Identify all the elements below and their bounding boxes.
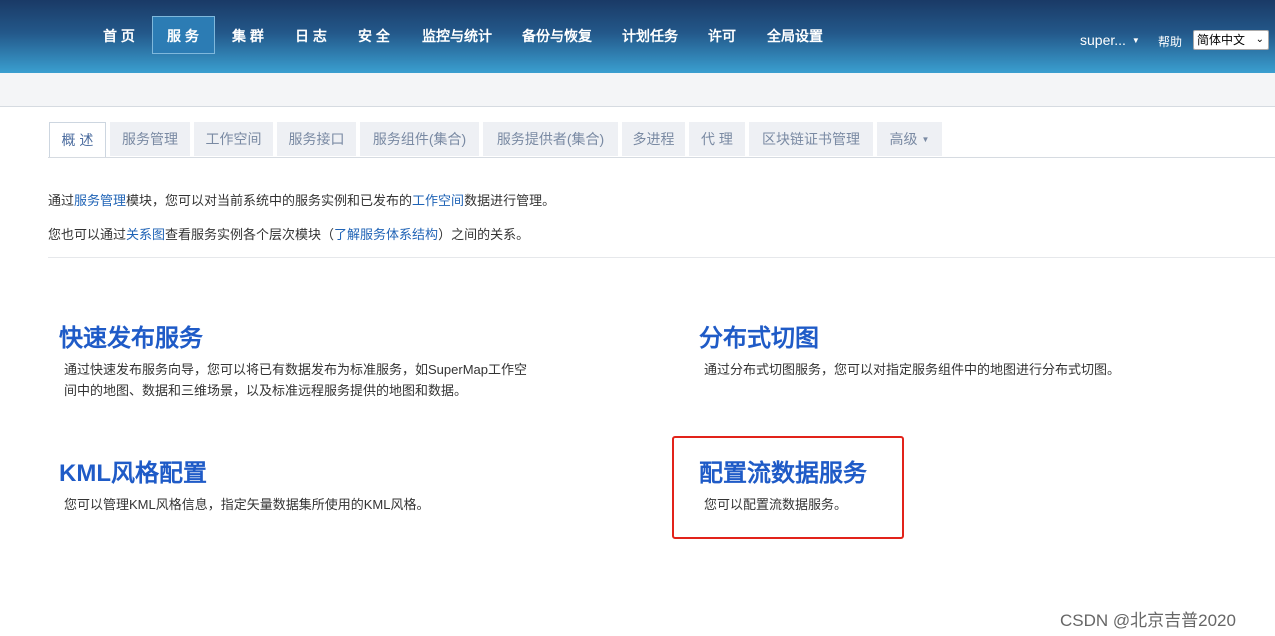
highlight-box: [672, 436, 904, 539]
nav-security[interactable]: 安 全: [358, 0, 390, 73]
tab-proxy[interactable]: 代 理: [689, 122, 745, 156]
tab-advanced[interactable]: 高级 ▼: [877, 122, 942, 156]
nav-cluster[interactable]: 集 群: [232, 0, 264, 73]
tab-blockchain-cert[interactable]: 区块链证书管理: [749, 122, 873, 156]
tab-workspace[interactable]: 工作空间: [194, 122, 273, 156]
tab-advanced-label: 高级: [889, 131, 918, 147]
kml-style-title[interactable]: KML风格配置: [59, 453, 207, 488]
tab-service-interface[interactable]: 服务接口: [277, 122, 356, 156]
service-management-link[interactable]: 服务管理: [74, 193, 126, 208]
quick-publish-title[interactable]: 快速发布服务: [59, 318, 203, 353]
nav-home[interactable]: 首 页: [103, 0, 135, 73]
distributed-tiling-title[interactable]: 分布式切图: [699, 318, 819, 353]
tab-multiprocess[interactable]: 多进程: [622, 122, 685, 156]
tab-service-providers[interactable]: 服务提供者(集合): [483, 122, 618, 156]
quick-publish-desc: 通过快速发布服务向导，您可以将已有数据发布为标准服务，如SuperMap工作空 …: [64, 359, 527, 401]
card-desc-line: 间中的地图、数据和三维场景，以及标准远程服务提供的地图和数据。: [64, 383, 468, 398]
workspace-link[interactable]: 工作空间: [412, 193, 464, 208]
nav-monitoring[interactable]: 监控与统计: [422, 0, 492, 73]
language-value: 简体中文: [1197, 33, 1246, 47]
help-link[interactable]: 帮助: [1158, 33, 1182, 50]
caret-down-icon: ▼: [921, 135, 930, 144]
tab-service-management[interactable]: 服务管理: [110, 122, 190, 156]
caret-down-icon: ▼: [1131, 36, 1140, 45]
sub-header-band: [0, 73, 1275, 107]
tab-service-components[interactable]: 服务组件(集合): [360, 122, 479, 156]
tabs-underline: [48, 157, 1275, 158]
service-architecture-link[interactable]: 了解服务体系结构: [334, 227, 438, 242]
watermark: CSDN @北京吉普2020: [1060, 611, 1236, 630]
user-menu[interactable]: super... ▼: [1080, 32, 1140, 48]
intro-text: 数据进行管理。: [464, 193, 556, 208]
nav-logs[interactable]: 日 志: [295, 0, 327, 73]
nav-backup[interactable]: 备份与恢复: [522, 0, 592, 73]
nav-scheduled-tasks[interactable]: 计划任务: [622, 0, 678, 73]
intro-line-2: 您也可以通过关系图查看服务实例各个层次模块（了解服务体系结构）之间的关系。: [48, 224, 529, 243]
intro-text: 模块，您可以对当前系统中的服务实例和已发布的: [126, 193, 413, 208]
nav-services[interactable]: 服 务: [152, 16, 215, 54]
intro-line-1: 通过服务管理模块，您可以对当前系统中的服务实例和已发布的工作空间数据进行管理。: [48, 190, 555, 209]
card-desc-line: 通过快速发布服务向导，您可以将已有数据发布为标准服务，如SuperMap工作空: [64, 362, 527, 377]
intro-text: 查看服务实例各个层次模块（: [165, 227, 335, 242]
section-divider: [48, 257, 1275, 258]
kml-style-desc: 您可以管理KML风格信息，指定矢量数据集所使用的KML风格。: [64, 497, 430, 512]
nav-license[interactable]: 许可: [708, 0, 736, 73]
chevron-down-icon: ⌄: [1255, 34, 1264, 45]
nav-global-settings[interactable]: 全局设置: [767, 0, 823, 73]
user-name: super...: [1080, 32, 1126, 48]
distributed-tiling-desc: 通过分布式切图服务，您可以对指定服务组件中的地图进行分布式切图。: [704, 362, 1121, 377]
tab-overview[interactable]: 概 述: [49, 122, 106, 158]
relationship-diagram-link[interactable]: 关系图: [126, 227, 165, 242]
intro-text: 通过: [48, 193, 75, 208]
intro-text: ）之间的关系。: [438, 227, 530, 242]
top-navbar: 首 页 服 务 集 群 日 志 安 全 监控与统计 备份与恢复 计划任务 许可 …: [0, 0, 1275, 73]
language-select[interactable]: 简体中文 ⌄: [1193, 30, 1269, 50]
intro-text: 您也可以通过: [48, 227, 127, 242]
